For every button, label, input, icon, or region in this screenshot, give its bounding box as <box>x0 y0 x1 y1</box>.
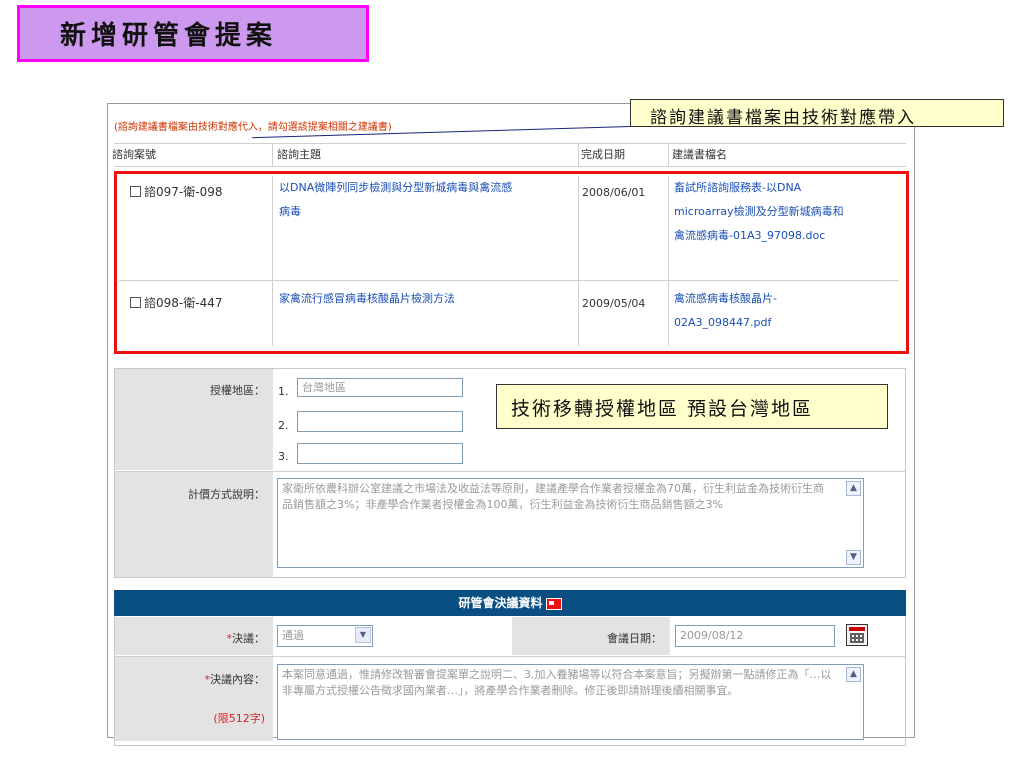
content-label: *決議內容： <box>115 671 266 687</box>
selected-rows-highlight <box>114 171 909 354</box>
decision-value: 通過 <box>282 629 304 642</box>
header-top-border <box>114 143 906 144</box>
region-num: 2. <box>278 419 289 432</box>
pricing-textarea[interactable]: 家衛所依農科辦公室建議之市場法及收益法等原則，建議產學合作業者授權金為70萬，衍… <box>277 478 864 568</box>
pricing-label: 計價方式說明： <box>188 488 265 501</box>
region-num: 1. <box>278 385 289 398</box>
region-input-1[interactable]: 台灣地區 <box>297 378 463 397</box>
resolution-header: 研管會決議資料 <box>114 590 906 616</box>
scroll-up-icon[interactable]: ▲ <box>846 481 861 496</box>
region-label: 授權地區： <box>210 384 265 397</box>
header-case-no: 諮詢案號 <box>112 148 156 161</box>
header-bottom-border <box>114 166 906 167</box>
content-textarea[interactable]: 本案同意通過，惟請修改智審會提案單之說明二、3.加入養豬場等以符合本案意旨；另擬… <box>277 664 864 740</box>
meeting-date-label: 會議日期： <box>607 632 662 645</box>
decision-select[interactable]: 通過 ▼ <box>277 625 373 647</box>
header-topic: 諮詢主題 <box>277 148 321 161</box>
header-divider <box>578 144 579 166</box>
page-title: 新增研管會提案 <box>60 21 278 51</box>
chevron-down-icon[interactable]: ▼ <box>355 627 371 643</box>
region-default-callout: 技術移轉授權地區 預設台灣地區 <box>496 384 888 429</box>
flag-icon <box>545 597 562 610</box>
region-num: 3. <box>278 450 289 463</box>
decision-label-text: 決議： <box>232 632 265 645</box>
header-file-name: 建議書檔名 <box>672 148 727 161</box>
region-input-2[interactable] <box>297 411 463 432</box>
decision-label: *決議： <box>115 630 266 646</box>
calendar-icon[interactable] <box>846 624 868 646</box>
consult-note: (諮詢建議書檔案由技術對應代入，請勾選該提案相關之建議書) <box>114 122 392 133</box>
meeting-date-input[interactable]: 2009/08/12 <box>675 625 835 647</box>
header-divider <box>272 144 273 166</box>
region-input-3[interactable] <box>297 443 463 464</box>
scroll-down-icon[interactable]: ▼ <box>846 550 861 565</box>
page-title-box: 新增研管會提案 <box>17 5 369 62</box>
resolution-title: 研管會決議資料 <box>458 596 543 610</box>
content-label-text: 決議內容： <box>210 673 265 686</box>
file-source-callout: 諮詢建議書檔案由技術對應帶入 <box>630 99 1004 128</box>
char-limit-note: (限512字) <box>213 712 265 725</box>
scroll-up-icon[interactable]: ▲ <box>846 667 861 682</box>
content-label-cell <box>115 657 273 741</box>
header-divider <box>668 144 669 166</box>
header-done-date: 完成日期 <box>581 148 625 161</box>
